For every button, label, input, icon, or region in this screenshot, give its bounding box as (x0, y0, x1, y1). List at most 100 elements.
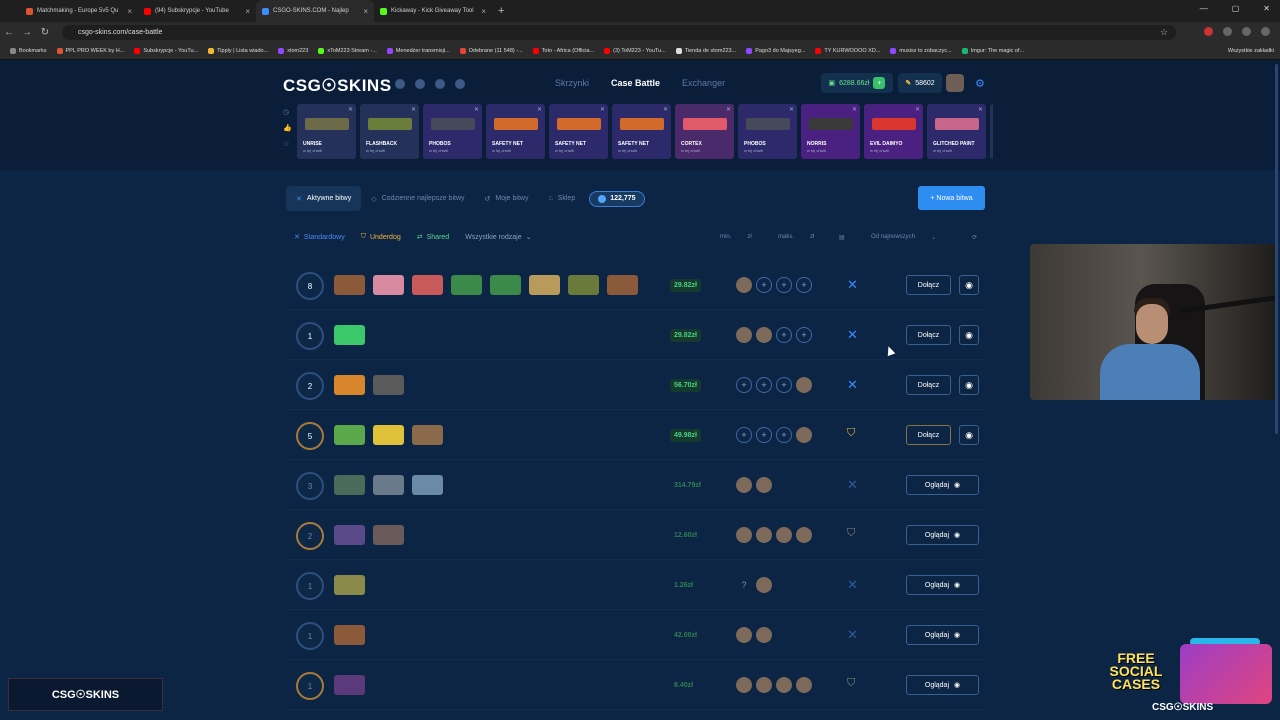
ticker-drop[interactable]: ✕TICKIw tej chwili (990, 104, 993, 159)
browser-tab[interactable]: (94) Subskrypcje - YouTube × (138, 0, 256, 22)
close-icon[interactable]: ✕ (1263, 4, 1270, 13)
empty-slot-icon: + (756, 377, 772, 393)
player-avatar (736, 327, 752, 343)
star-icon[interactable]: ☆ (283, 140, 292, 148)
max-price-input[interactable]: maks. zł (778, 234, 814, 240)
bookmark-item[interactable]: PPL PRO WEEK by H... (53, 48, 129, 54)
site-logo[interactable]: CSG☉SKINS (283, 76, 392, 96)
ticker-drop[interactable]: ✕ GLITCHED PAINT w tej chwili (927, 104, 986, 159)
address-bar-row: ← → ↻ csgo-skins.com/case-battle ☆ (0, 22, 1280, 43)
bookmark-item[interactable]: xtom223 (274, 48, 312, 54)
ticker-drop[interactable]: ✕ CORTEX w tej chwili (675, 104, 734, 159)
ticker-drop[interactable]: ✕ PHOBOS w tej chwili (423, 104, 482, 159)
bookmark-item[interactable]: musisz to zobaczyc... (886, 48, 955, 54)
eye-icon[interactable]: ◉ (959, 425, 979, 445)
gear-icon[interactable]: ⚙ (975, 77, 985, 90)
watch-button[interactable]: Oglądaj ◉ (906, 525, 979, 545)
ticker-drop[interactable]: ✕ SAFETY NET w tej chwili (486, 104, 545, 159)
nav-case-battle[interactable]: Case Battle (611, 78, 660, 88)
all-bookmarks[interactable]: Wszystkie zakładki (1228, 48, 1274, 54)
close-tab-icon[interactable]: × (127, 7, 132, 16)
player-avatar (736, 277, 752, 293)
scrollbar[interactable] (1275, 64, 1278, 434)
nav-exchanger[interactable]: Exchanger (682, 78, 725, 88)
bookmark-item[interactable]: (3) ToM223 - YouTu... (600, 48, 670, 54)
back-icon[interactable]: ← (0, 27, 18, 38)
bookmark-item[interactable]: Subskrypcje - YouTu... (130, 48, 202, 54)
bookmark-item[interactable]: Tipply | Lista wiado... (204, 48, 272, 54)
instagram-icon[interactable] (435, 79, 445, 89)
bookmark-item[interactable]: Menedżer transmisji... (383, 48, 454, 54)
bookmark-item[interactable]: Odebrane (11 548) -... (456, 48, 527, 54)
ticker-drop[interactable]: ✕ PHOBOS w tej chwili (738, 104, 797, 159)
filter-standard[interactable]: ✕ Standardowy (286, 233, 353, 242)
new-battle-button[interactable]: + Nowa bitwa (918, 186, 985, 210)
watch-button[interactable]: Oglądaj ◉ (906, 625, 979, 645)
discord-icon[interactable] (395, 79, 405, 89)
tab-my-battles[interactable]: ↺ Moje bitwy (475, 186, 539, 211)
coins-badge[interactable]: 122,775 (589, 190, 645, 207)
url-input[interactable]: csgo-skins.com/case-battle ☆ (62, 25, 1176, 40)
refresh-icon[interactable]: ⟳ (972, 234, 977, 241)
watch-button[interactable]: Oglądaj ◉ (906, 575, 979, 595)
balance-badge[interactable]: ▣ 6288.66zł + (821, 73, 893, 93)
bookmark-item[interactable]: Pago3 do Majsyeg... (742, 48, 809, 54)
bookmark-item[interactable]: Imgur: The magic of... (958, 48, 1028, 54)
eye-icon[interactable]: ◉ (959, 375, 979, 395)
join-button[interactable]: Dołącz (906, 375, 951, 395)
standard-swords-icon: ✕ (847, 577, 858, 592)
watch-button[interactable]: Oglądaj ◉ (906, 475, 979, 495)
x-icon[interactable] (455, 79, 465, 89)
gems-badge[interactable]: ✎ 58602 (898, 73, 942, 93)
close-tab-icon[interactable]: × (481, 7, 486, 16)
facebook-icon[interactable] (415, 79, 425, 89)
thumbs-up-icon[interactable]: 👍 (283, 124, 292, 132)
forward-icon[interactable]: → (18, 27, 36, 38)
browser-tab[interactable]: CSGO-SKINS.COM - Najlep × (256, 0, 374, 22)
bookmark-item[interactable]: Toto - Africa (Officia... (529, 48, 598, 54)
clock-icon[interactable]: ◷ (283, 108, 292, 116)
reload-icon[interactable]: ↻ (36, 27, 54, 38)
filter-shared[interactable]: ⇄ Shared (409, 233, 457, 242)
sort-select[interactable]: Od najnowszych ⌄ (871, 234, 936, 241)
close-tab-icon[interactable]: × (245, 7, 250, 16)
calendar-icon[interactable]: ▤ (839, 234, 845, 241)
bookmark-item[interactable]: Bookmarks (6, 48, 51, 54)
watch-button[interactable]: Oglądaj ◉ (906, 675, 979, 695)
tab-active-battles[interactable]: ✕ Aktywne bitwy (286, 186, 362, 211)
bookmark-item[interactable]: TY KURWOOOO XD... (811, 48, 884, 54)
filter-type-select[interactable]: Wszystkie rodzaje ⌄ (457, 233, 539, 242)
maximize-icon[interactable]: ▢ (1232, 4, 1240, 13)
filter-underdog[interactable]: ⛉ Underdog (353, 233, 409, 241)
bookmark-item[interactable]: Tienda de xtom223... (672, 48, 740, 54)
min-price-input[interactable]: min. zł (720, 234, 752, 240)
ticker-drop[interactable]: ✕ SAFETY NET w tej chwili (612, 104, 671, 159)
add-funds-icon[interactable]: + (873, 77, 886, 89)
eye-icon[interactable]: ◉ (959, 325, 979, 345)
ticker-drop[interactable]: ✕ SAFETY NET w tej chwili (549, 104, 608, 159)
window-controls[interactable]: — ▢ ✕ (1200, 4, 1270, 13)
ticker-drop[interactable]: ✕ NORRIS w tej chwili (801, 104, 860, 159)
new-tab-icon[interactable]: + (498, 5, 504, 17)
tab-shop[interactable]: ⌂ Sklep (538, 186, 585, 211)
bookmark-item[interactable]: xToM223 Stream -... (314, 48, 381, 54)
join-button[interactable]: Dołącz (906, 275, 951, 295)
ticker-drop[interactable]: ✕ FLASHBACK w tej chwili (360, 104, 419, 159)
eye-icon[interactable]: ◉ (959, 275, 979, 295)
ticker-drop[interactable]: ✕ UNRISE w tej chwili (297, 104, 356, 159)
bookmark-star-icon[interactable]: ☆ (1160, 27, 1168, 38)
rounds-badge: 1 (296, 622, 324, 650)
minimize-icon[interactable]: — (1200, 4, 1208, 13)
browser-tab[interactable]: Kickaway - Kick Giveaway Tool × (374, 0, 492, 22)
nav-cases[interactable]: Skrzynki (555, 78, 589, 88)
case-list (334, 325, 365, 345)
ticker-drop[interactable]: ✕ EVIL DAIMYO w tej chwili (864, 104, 923, 159)
browser-tab[interactable]: Matchmaking - Europe 5v5 Qu × (20, 0, 138, 22)
avatar[interactable] (946, 74, 964, 92)
close-tab-icon[interactable]: × (363, 7, 368, 16)
join-button[interactable]: Dołącz (906, 425, 951, 445)
tab-daily-best[interactable]: ◇ Codzienne najlepsze bitwy (361, 186, 474, 211)
extensions[interactable] (1204, 27, 1270, 36)
join-button[interactable]: Dołącz (906, 325, 951, 345)
drop-time: w tej chwili (366, 148, 386, 153)
